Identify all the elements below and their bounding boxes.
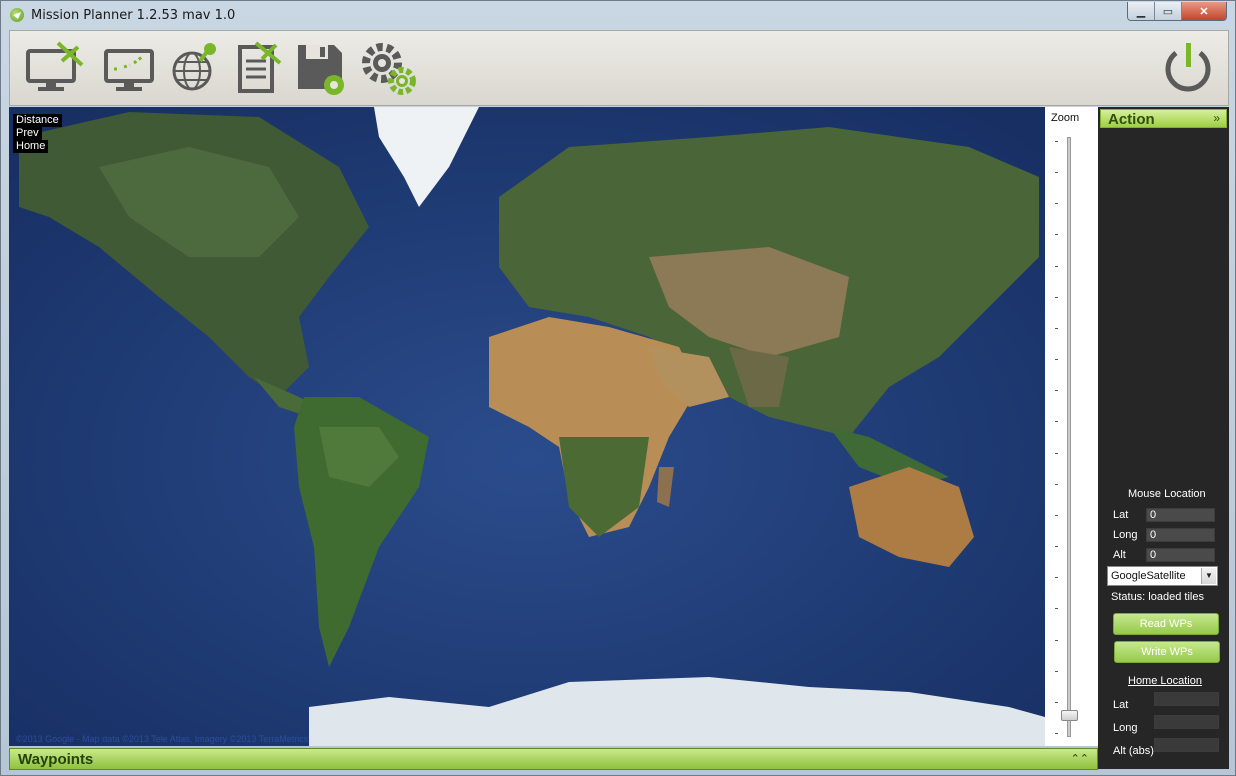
world-map-imagery (9, 107, 1045, 746)
action-panel-header[interactable]: Action » (1100, 109, 1227, 128)
app-logo-icon (10, 8, 24, 22)
home-alt-label: Alt (abs) (1113, 745, 1154, 757)
home-long-field[interactable] (1154, 715, 1219, 729)
mission-planner-window: Mission Planner 1.2.53 mav 1.0 ▁ ▭ ✕ Dis… (0, 0, 1236, 776)
zoom-tick (1055, 359, 1058, 361)
clipboard-icon (238, 41, 282, 93)
zoom-tick (1055, 265, 1058, 267)
zoom-label: Zoom (1051, 112, 1080, 124)
settings-button[interactable] (356, 37, 420, 97)
distance-label: Distance (13, 114, 62, 127)
maximize-button[interactable]: ▭ (1155, 2, 1182, 20)
zoom-slider-thumb[interactable] (1061, 710, 1078, 722)
zoom-tick (1055, 514, 1058, 516)
waypoints-bar[interactable]: Waypoints ⌃⌃ (9, 748, 1098, 770)
map-copyright: ©2013 Google - Map data ©2013 Tele Atlas… (16, 734, 309, 744)
mouse-long-field: 0 (1146, 528, 1215, 542)
power-connect-icon (1165, 43, 1211, 92)
zoom-tick (1055, 701, 1058, 703)
waypoints-title: Waypoints (18, 751, 94, 768)
home-long-label: Long (1113, 722, 1138, 734)
initial-setup-button[interactable] (162, 37, 226, 97)
zoom-tick (1055, 421, 1058, 423)
expand-chevron-icon[interactable]: ⌃⌃ (1071, 752, 1089, 765)
zoom-tick (1055, 203, 1058, 205)
connect-button[interactable] (1156, 37, 1220, 97)
mouse-alt-field: 0 (1146, 548, 1215, 562)
mouse-lat-field: 0 (1146, 508, 1215, 522)
flight-planner-icon (104, 49, 154, 91)
flight-data-icon (26, 41, 84, 91)
zoom-tick (1055, 390, 1058, 392)
map-type-select[interactable]: GoogleSatellite ▼ (1107, 566, 1218, 586)
zoom-tick (1055, 608, 1058, 610)
gears-icon (362, 43, 416, 95)
action-title: Action (1108, 111, 1155, 128)
mouse-location-label: Mouse Location (1128, 488, 1206, 500)
simulation-button[interactable] (290, 37, 354, 97)
collapse-chevron-icon[interactable]: » (1213, 111, 1220, 125)
globe-setup-icon (172, 43, 216, 91)
zoom-tick (1055, 141, 1058, 142)
read-wps-button[interactable]: Read WPs (1113, 613, 1219, 635)
close-button[interactable]: ✕ (1182, 2, 1226, 20)
zoom-tick (1055, 639, 1058, 641)
zoom-tick (1055, 234, 1058, 236)
config-tuning-button[interactable] (226, 37, 290, 97)
mouse-long-label: Long (1113, 529, 1138, 541)
dropdown-arrow-icon[interactable]: ▼ (1201, 568, 1216, 584)
zoom-tick (1055, 670, 1058, 672)
map-type-value: GoogleSatellite (1111, 570, 1186, 582)
mouse-alt-label: Alt (1113, 549, 1126, 561)
minimize-button[interactable]: ▁ (1128, 2, 1155, 20)
zoom-tick (1055, 546, 1058, 548)
prev-label: Prev (13, 127, 42, 140)
title-bar[interactable]: Mission Planner 1.2.53 mav 1.0 ▁ ▭ ✕ (1, 1, 1235, 29)
window-controls: ▁ ▭ ✕ (1127, 2, 1227, 21)
satellite-map[interactable]: Distance Prev Home ©2013 Google - Map da… (9, 107, 1045, 746)
zoom-slider-track[interactable] (1067, 137, 1071, 737)
zoom-tick (1055, 296, 1058, 298)
flight-planner-button[interactable] (98, 37, 162, 97)
save-gear-icon (298, 45, 344, 95)
home-label: Home (13, 140, 49, 153)
flight-data-button[interactable] (22, 37, 86, 97)
mouse-lat-label: Lat (1113, 509, 1129, 521)
home-location-link[interactable]: Home Location (1128, 675, 1202, 687)
window-title: Mission Planner 1.2.53 mav 1.0 (31, 8, 236, 23)
write-wps-button[interactable]: Write WPs (1114, 641, 1220, 663)
home-lat-label: Lat (1113, 699, 1129, 711)
zoom-tick (1055, 327, 1058, 329)
action-panel: Action » Mouse Location Lat 0 Long 0 Alt… (1098, 107, 1229, 769)
map-overlay-labels: Distance Prev Home (13, 114, 62, 153)
zoom-tick (1055, 172, 1058, 174)
zoom-panel: Zoom (1045, 107, 1098, 746)
status-text: Status: loaded tiles (1111, 591, 1204, 603)
main-toolbar (9, 30, 1229, 106)
zoom-tick (1055, 733, 1058, 734)
zoom-tick (1055, 452, 1058, 454)
home-alt-field[interactable] (1154, 738, 1219, 752)
zoom-tick (1055, 483, 1058, 485)
home-lat-field[interactable] (1154, 692, 1219, 706)
zoom-tick (1055, 577, 1058, 579)
